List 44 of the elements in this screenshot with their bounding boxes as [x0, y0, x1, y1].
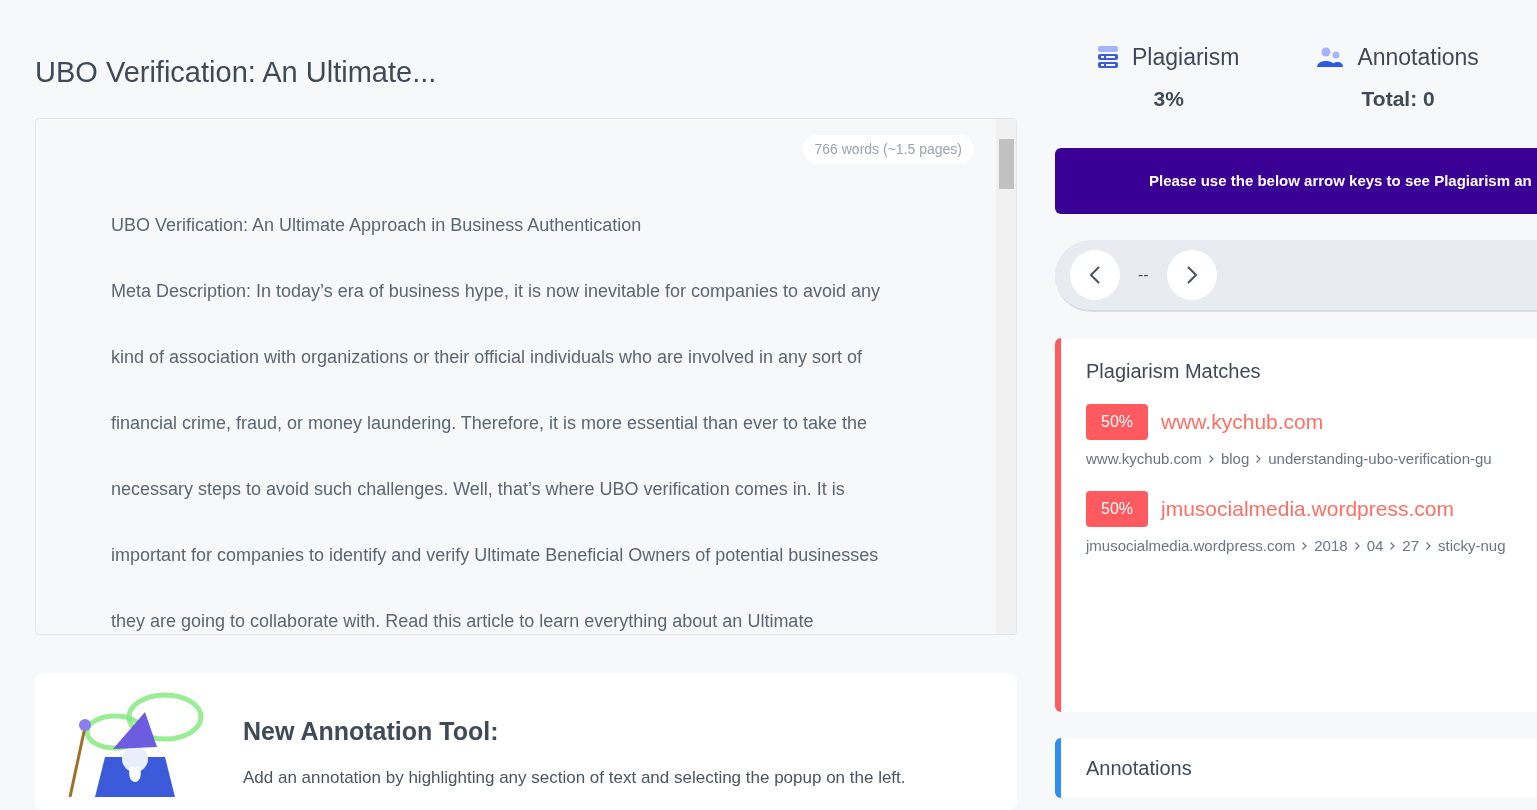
stat-label: Plagiarism	[1132, 43, 1240, 72]
breadcrumb-separator-icon	[1426, 541, 1431, 550]
breadcrumb-text: 2018	[1314, 535, 1348, 556]
promo-text: Add an annotation by highlighting any section of text and selecting the popup on the left.	[243, 766, 906, 789]
document-title: UBO Verification: An Ultimate...	[35, 55, 438, 90]
next-button[interactable]	[1166, 250, 1217, 300]
breadcrumb-separator-icon	[1354, 541, 1360, 550]
paragraph: UBO Verification: An Ultimate Approach in Business Authentication	[111, 214, 643, 237]
scrollbar[interactable]	[996, 119, 1016, 635]
breadcrumb-separator-icon	[1390, 541, 1396, 550]
info-banner: Please use the below arrow keys to see Plagiarism an	[1055, 148, 1537, 214]
breadcrumb-text: jmusocialmedia.wordpress.com	[1086, 535, 1296, 556]
breadcrumb-text: www.kychub.com	[1086, 449, 1202, 469]
stat-value: Total: 0	[1361, 85, 1435, 112]
breadcrumb-text: sticky-nug	[1438, 535, 1506, 556]
chevron-left-icon	[1090, 266, 1100, 284]
breadcrumb-text: blog	[1220, 449, 1250, 469]
match-percent: 50%	[1086, 490, 1149, 527]
match-percent: 50%	[1086, 404, 1149, 440]
matches-title: Plagiarism Matches	[1086, 359, 1262, 384]
match-link[interactable]: jmusocialmedia.wordpress.com	[1161, 492, 1454, 525]
server-icon	[1098, 46, 1118, 69]
previous-button[interactable]	[1070, 250, 1120, 300]
paragraph: necessary steps to avoid such challenges. Well, that’s where UBO verification comes in. It is	[111, 478, 846, 501]
annotations-title: Annotations	[1086, 756, 1192, 781]
paragraph: important for companies to identify and verify Ultimate Beneficial Owners of potential businesses	[111, 544, 880, 567]
breadcrumb-text: 04	[1366, 535, 1384, 556]
stat-value: 3%	[1153, 85, 1184, 112]
promo-title: New Annotation Tool:	[243, 716, 500, 748]
match-position: --	[1138, 265, 1149, 285]
paragraph: kind of association with organizations or their official individuals who are involved in any sort of	[111, 346, 864, 369]
chevron-right-icon	[1186, 266, 1197, 284]
paragraph: Meta Description: In today’s era of business hype, it is now inevitable for companies to avoid any	[111, 280, 882, 303]
paragraph: they are going to collaborate with. Read this article to learn everything about an Ultimate	[111, 610, 815, 633]
breadcrumb-text: understanding-ubo-verification-gu	[1268, 449, 1492, 469]
stat-label: Annotations	[1357, 43, 1479, 72]
breadcrumb-separator-icon	[1208, 455, 1214, 464]
breadcrumb-separator-icon	[1302, 541, 1308, 550]
breadcrumb-text: 27	[1402, 535, 1419, 556]
paragraph: financial crime, fraud, or money laundering. Therefore, it is more essential than ever to take the	[111, 412, 869, 435]
match-link[interactable]: www.kychub.com	[1161, 406, 1324, 438]
breadcrumb-separator-icon	[1256, 455, 1262, 464]
users-icon	[1317, 47, 1344, 68]
word-count: 766 words (~1.5 pages)	[802, 135, 974, 164]
